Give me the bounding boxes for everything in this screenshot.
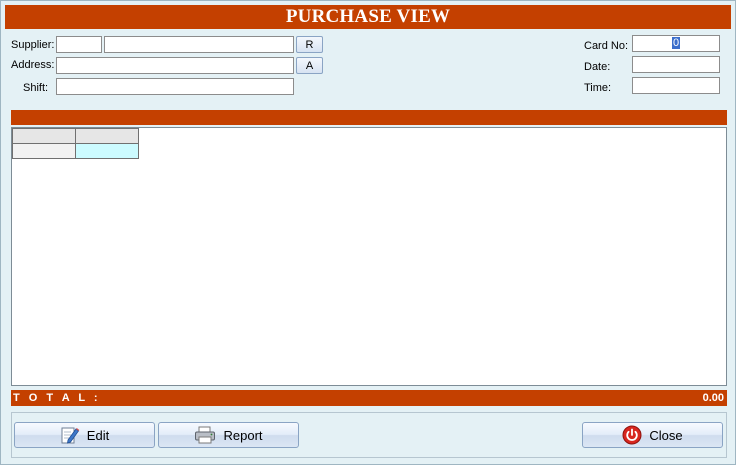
printer-icon — [194, 426, 216, 444]
date-input[interactable] — [632, 56, 720, 73]
edit-button[interactable]: Edit — [14, 422, 155, 448]
time-label: Time: — [584, 82, 612, 94]
supplier-label: Supplier: — [11, 39, 55, 51]
address-input[interactable] — [56, 57, 294, 74]
edit-pencil-icon — [60, 425, 80, 445]
grid-column-header[interactable] — [75, 128, 139, 144]
date-label: Date: — [584, 61, 611, 73]
page-title: PURCHASE VIEW — [5, 5, 731, 29]
total-label: T O T A L : — [13, 392, 101, 404]
grid-header-row — [12, 128, 139, 144]
card-no-label: Card No: — [584, 40, 629, 52]
power-icon — [622, 425, 642, 445]
footer-panel: Edit Report Close — [11, 412, 727, 458]
time-input[interactable] — [632, 77, 720, 94]
supplier-name-input[interactable] — [104, 36, 294, 53]
grid-row-header[interactable] — [12, 143, 76, 159]
a-button[interactable]: A — [296, 57, 323, 74]
grid-corner-cell — [12, 128, 76, 144]
grid-current-cell[interactable] — [75, 143, 139, 159]
purchase-view-window: PURCHASE VIEW Supplier: R Address: A Shi… — [0, 0, 736, 465]
address-label: Address: — [11, 59, 55, 71]
grid-table — [12, 128, 139, 159]
card-no-value: 0 — [671, 37, 681, 49]
report-button-label: Report — [223, 427, 263, 443]
shift-label: Shift: — [23, 82, 49, 94]
close-button-label: Close — [649, 427, 683, 443]
section-band — [11, 110, 727, 125]
r-button[interactable]: R — [296, 36, 323, 53]
report-button[interactable]: Report — [158, 422, 299, 448]
total-value: 0.00 — [702, 392, 724, 404]
close-button[interactable]: Close — [582, 422, 723, 448]
items-grid[interactable] — [11, 127, 727, 386]
card-no-input[interactable]: 0 — [632, 35, 720, 52]
total-bar: T O T A L : 0.00 — [11, 390, 727, 406]
table-row[interactable] — [12, 143, 139, 159]
edit-button-label: Edit — [86, 427, 110, 443]
shift-input[interactable] — [56, 78, 294, 95]
supplier-code-input[interactable] — [56, 36, 102, 53]
